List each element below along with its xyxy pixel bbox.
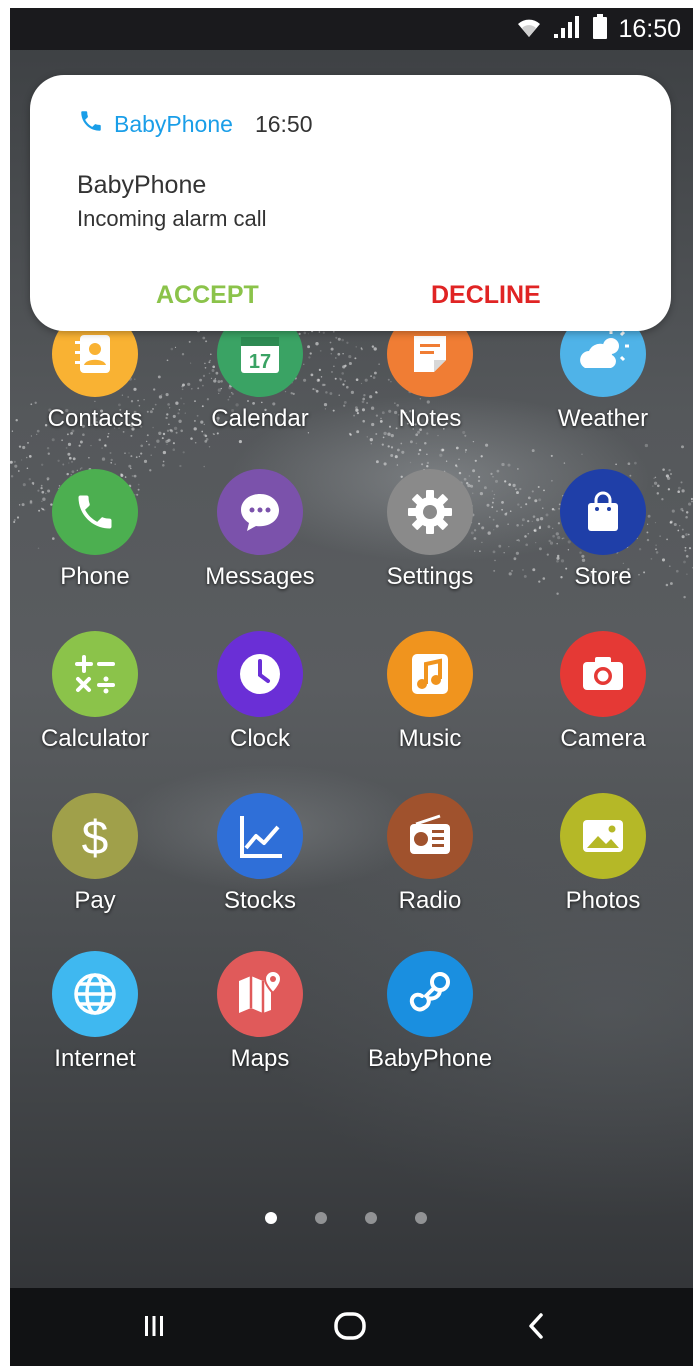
app-weather[interactable]: Weather	[518, 311, 688, 471]
wallpaper-particle	[691, 567, 693, 569]
svg-text:17: 17	[249, 351, 271, 373]
clock-icon	[217, 631, 303, 717]
battery-icon	[592, 13, 608, 45]
app-radio[interactable]: Radio	[345, 793, 515, 933]
wallpaper-particle	[515, 488, 517, 490]
page-dot[interactable]	[365, 1212, 377, 1224]
app-label: Calendar	[211, 405, 309, 432]
app-camera[interactable]: Camera	[518, 631, 688, 771]
app-label: Weather	[557, 405, 649, 432]
pay-icon: $	[52, 793, 138, 879]
app-label: Contacts	[47, 405, 143, 432]
back-icon	[526, 1312, 546, 1345]
home-screen: 16:50 Contacts 17 Calendar Notes Weather Phon…	[10, 8, 693, 1366]
app-label: Clock	[229, 725, 290, 752]
calculator-icon	[52, 631, 138, 717]
camera-icon	[560, 631, 646, 717]
store-icon	[560, 469, 646, 555]
maps-icon	[217, 951, 303, 1037]
app-notes[interactable]: Notes	[345, 311, 515, 471]
notification-header: BabyPhone 16:50	[78, 108, 313, 140]
home-button[interactable]	[320, 1306, 380, 1350]
stocks-icon	[217, 793, 303, 879]
wallpaper-particle	[688, 502, 692, 506]
status-time: 16:50	[618, 14, 681, 43]
svg-text:$: $	[82, 812, 109, 864]
app-label: Radio	[398, 887, 462, 914]
page-dot[interactable]	[265, 1212, 277, 1224]
app-stocks[interactable]: Stocks	[175, 793, 345, 933]
phone-icon	[52, 469, 138, 555]
app-label: Camera	[560, 725, 646, 752]
app-label: Calculator	[40, 725, 150, 752]
recent-apps-icon	[144, 1314, 164, 1343]
app-messages[interactable]: Messages	[175, 469, 345, 609]
app-pay[interactable]: $ Pay	[10, 793, 180, 933]
notification-title: BabyPhone	[77, 171, 207, 199]
app-phone[interactable]: Phone	[10, 469, 180, 609]
wifi-icon	[514, 15, 544, 44]
back-button[interactable]	[506, 1306, 566, 1350]
app-label: Internet	[54, 1045, 136, 1072]
decline-button[interactable]: DECLINE	[431, 281, 541, 310]
home-icon	[333, 1311, 367, 1346]
app-calculator[interactable]: Calculator	[10, 631, 180, 771]
status-bar: 16:50	[10, 8, 693, 50]
signal-icon	[554, 15, 582, 44]
notification-time: 16:50	[254, 110, 313, 137]
app-label: Photos	[565, 887, 641, 914]
app-label: Notes	[398, 405, 462, 432]
wallpaper-particle	[691, 500, 693, 503]
app-label: Music	[398, 725, 462, 752]
app-label: Pay	[74, 887, 116, 914]
wallpaper-particle	[690, 497, 693, 501]
notification-body: Incoming alarm call	[77, 206, 267, 231]
photos-icon	[560, 793, 646, 879]
messages-icon	[217, 469, 303, 555]
app-music[interactable]: Music	[345, 631, 515, 771]
radio-icon	[387, 793, 473, 879]
app-label: Settings	[386, 563, 474, 590]
page-dot[interactable]	[315, 1212, 327, 1224]
recent-apps-button[interactable]	[124, 1306, 184, 1350]
music-icon	[387, 631, 473, 717]
app-label: Maps	[230, 1045, 290, 1072]
navigation-bar	[10, 1288, 693, 1366]
page-indicator	[265, 1212, 427, 1224]
app-label: Phone	[60, 563, 130, 590]
incoming-call-notification[interactable]: BabyPhone 16:50 BabyPhone Incoming alarm…	[30, 75, 671, 331]
page-dot[interactable]	[415, 1212, 427, 1224]
app-label: BabyPhone	[367, 1045, 493, 1072]
phone-icon	[78, 108, 104, 140]
app-calendar[interactable]: 17 Calendar	[175, 311, 345, 471]
app-babyphone[interactable]: BabyPhone	[345, 951, 515, 1091]
app-internet[interactable]: Internet	[10, 951, 180, 1091]
app-photos[interactable]: Photos	[518, 793, 688, 933]
wallpaper-particle	[688, 547, 692, 550]
app-maps[interactable]: Maps	[175, 951, 345, 1091]
pacifier-icon	[387, 951, 473, 1037]
app-store[interactable]: Store	[518, 469, 688, 609]
app-label: Messages	[205, 563, 315, 590]
app-contacts[interactable]: Contacts	[10, 311, 180, 471]
accept-button[interactable]: ACCEPT	[156, 281, 259, 310]
app-label: Store	[574, 563, 632, 590]
app-clock[interactable]: Clock	[175, 631, 345, 771]
app-label: Stocks	[223, 887, 297, 914]
settings-icon	[387, 469, 473, 555]
app-settings[interactable]: Settings	[345, 469, 515, 609]
globe-icon	[52, 951, 138, 1037]
wallpaper-particle	[687, 533, 690, 536]
notification-app-name: BabyPhone	[114, 110, 233, 137]
